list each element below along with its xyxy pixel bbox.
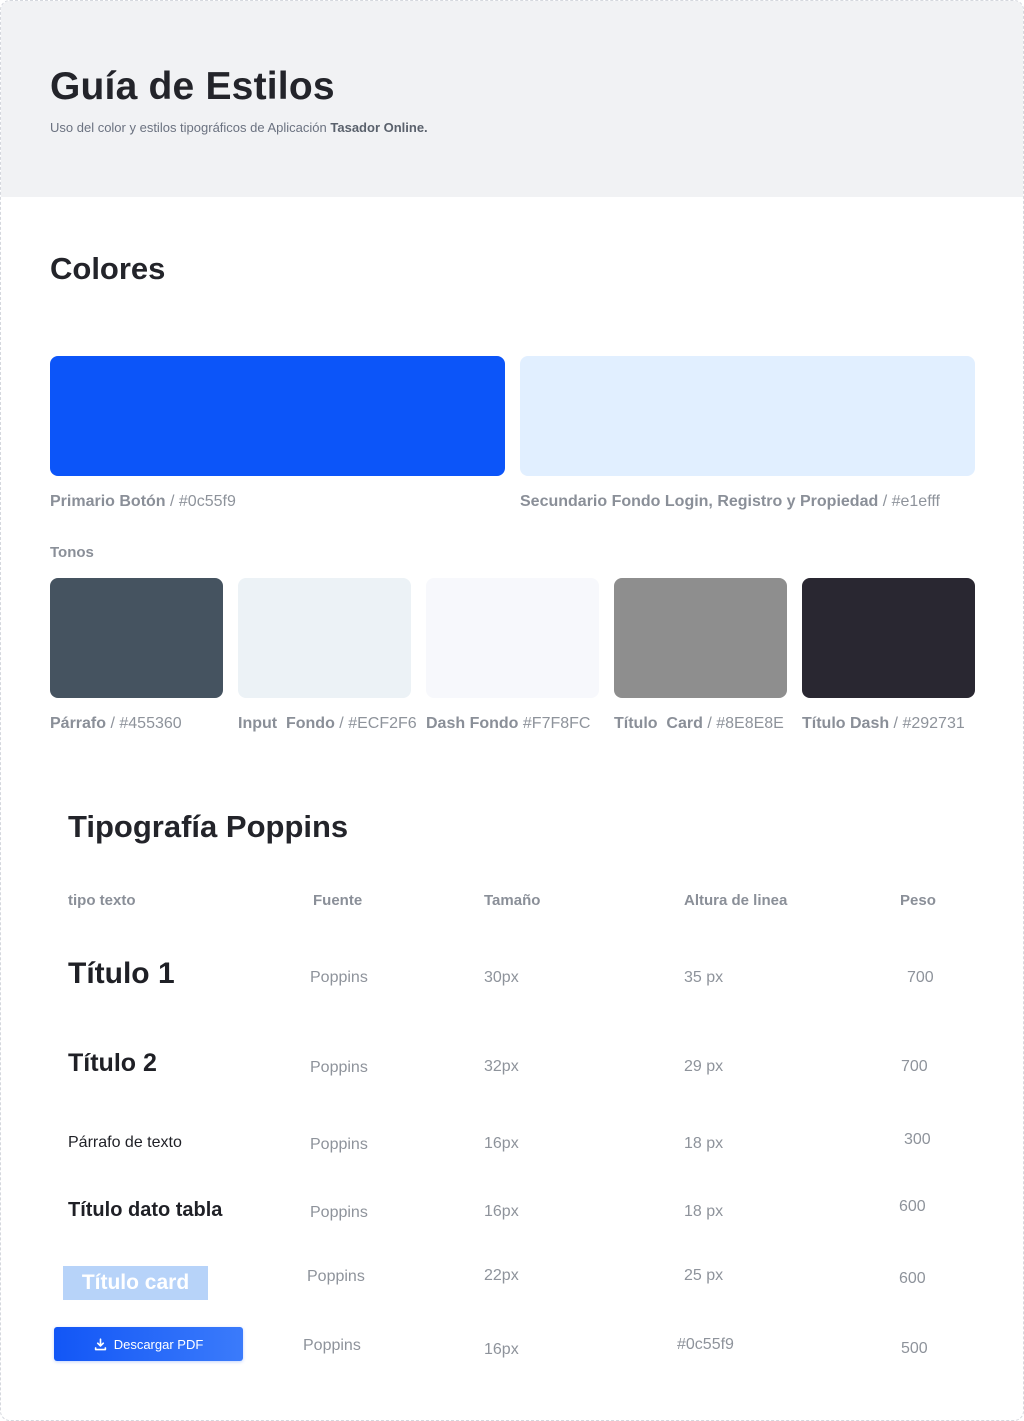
- color-name: Título Dash: [802, 715, 890, 732]
- sample-titulo-dato-tabla: Título dato tabla: [68, 1199, 223, 1221]
- color-hex: #ECF2F6: [348, 715, 417, 732]
- tone-swatch-input-fondo: [238, 578, 411, 698]
- cell-peso: 700: [907, 969, 934, 986]
- cell-peso: 700: [901, 1058, 928, 1075]
- tone-swatch-dash-fondo: [426, 578, 599, 698]
- cell-fuente: Poppins: [310, 1204, 368, 1221]
- cell-altura: 18 px: [684, 1135, 724, 1152]
- column-header-fuente: Fuente: [313, 892, 363, 909]
- color-name: Dash Fondo: [426, 715, 519, 732]
- color-hex: #455360: [119, 715, 182, 732]
- sample-titulo-1: Título 1: [68, 957, 175, 990]
- cell-altura: 35 px: [684, 969, 724, 986]
- cell-fuente: Poppins: [310, 969, 368, 986]
- primary-color-caption: Primario Botón / #0c55f9: [50, 493, 236, 510]
- download-icon: [94, 1337, 106, 1350]
- cell-fuente: Poppins: [310, 1136, 368, 1153]
- cell-altura: 25 px: [684, 1267, 724, 1284]
- color-name: Título Card: [614, 715, 703, 732]
- tone-swatch-titulo-card: [614, 578, 787, 698]
- sample-titulo-2: Título 2: [68, 1049, 157, 1077]
- style-guide-page: Guía de Estilos Uso del color y estilos …: [0, 0, 1024, 1421]
- cell-peso: 600: [899, 1270, 926, 1287]
- tone-caption-dash-fondo: Dash Fondo #F7F8FC: [426, 715, 590, 733]
- cell-tamano: 16px: [484, 1203, 519, 1220]
- cell-fuente: Poppins: [310, 1059, 368, 1076]
- color-hex: #e1efff: [891, 493, 940, 510]
- download-pdf-label: Descargar PDF: [113, 1336, 204, 1352]
- color-name: Secundario Fondo Login, Registro y Propi…: [520, 493, 879, 510]
- tone-swatch-parrafo: [50, 578, 223, 698]
- cell-peso: 500: [901, 1340, 928, 1357]
- secondary-color-swatch: [520, 356, 975, 476]
- color-hex: #292731: [902, 715, 965, 732]
- page-title: Guía de Estilos: [50, 65, 335, 108]
- header-banner: Guía de Estilos Uso del color y estilos …: [1, 1, 1023, 197]
- tones-label: Tonos: [50, 544, 94, 561]
- column-header-tamano: Tamaño: [484, 892, 541, 909]
- cell-altura: 18 px: [684, 1203, 724, 1220]
- color-name: Input Fondo: [238, 715, 335, 732]
- color-name: Párrafo: [50, 715, 107, 732]
- colors-section-title: Colores: [50, 251, 166, 286]
- cell-tamano: 22px: [484, 1267, 519, 1284]
- secondary-color-caption: Secundario Fondo Login, Registro y Propi…: [520, 493, 940, 510]
- cell-altura: 29 px: [684, 1058, 724, 1075]
- color-name: Primario Botón: [50, 493, 166, 510]
- cell-tamano: 16px: [484, 1135, 519, 1152]
- column-header-altura: Altura de linea: [684, 892, 788, 909]
- cell-fuente: Poppins: [307, 1268, 365, 1285]
- column-header-tipo: tipo texto: [68, 892, 136, 909]
- tone-swatch-titulo-dash: [802, 578, 975, 698]
- cell-tamano: 30px: [484, 969, 519, 986]
- sample-titulo-card: Título card: [63, 1266, 208, 1300]
- cell-tamano: 32px: [484, 1058, 519, 1075]
- sample-parrafo: Párrafo de texto: [68, 1134, 182, 1151]
- cell-peso: 600: [899, 1198, 926, 1215]
- tone-caption-titulo-card: Título Card / #8E8E8E: [614, 715, 784, 732]
- color-hex: #F7F8FC: [522, 715, 591, 732]
- column-header-peso: Peso: [900, 892, 936, 909]
- typography-section-title: Tipografía Poppins: [68, 809, 349, 844]
- cell-altura: #0c55f9: [677, 1336, 734, 1353]
- color-hex: #0c55f9: [178, 493, 236, 510]
- primary-color-swatch: [50, 356, 505, 476]
- cell-peso: 300: [904, 1131, 931, 1148]
- page-subtitle: Uso del color y estilos tipográficos de …: [50, 120, 428, 135]
- download-pdf-button[interactable]: Descargar PDF: [54, 1327, 243, 1361]
- tone-caption-parrafo: Párrafo / #455360: [50, 715, 182, 732]
- cell-tamano: 16px: [484, 1341, 519, 1358]
- subtitle-text: Uso del color y estilos tipográficos de …: [50, 120, 327, 135]
- subtitle-app-name: Tasador Online.: [330, 120, 428, 135]
- color-hex: #8E8E8E: [716, 715, 784, 732]
- tone-caption-titulo-dash: Título Dash / #292731: [802, 715, 965, 732]
- cell-fuente: Poppins: [303, 1337, 361, 1354]
- tone-caption-input-fondo: Input Fondo / #ECF2F6: [238, 715, 417, 732]
